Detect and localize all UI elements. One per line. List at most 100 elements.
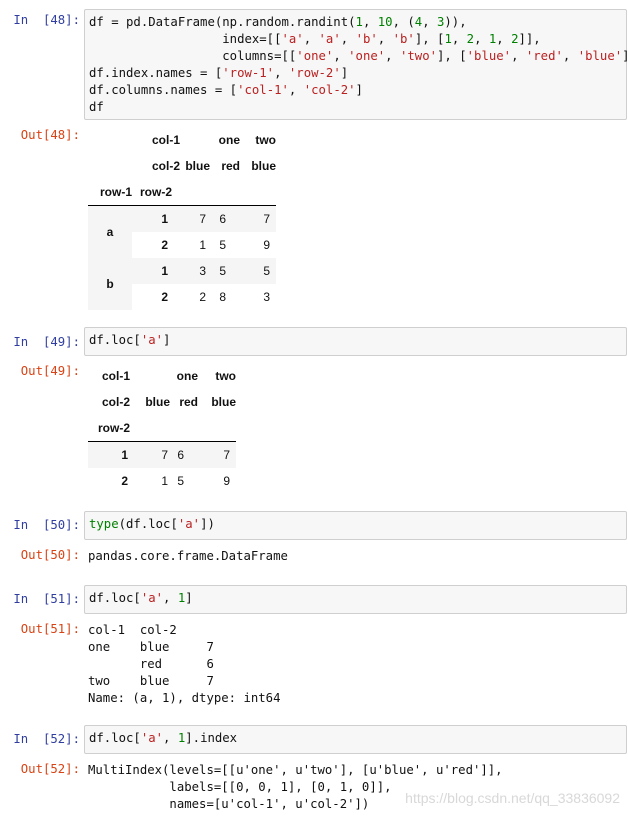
table-cell: 1 [199,238,206,252]
code-token: df.loc[ [89,591,141,605]
code-token: 'row-2' [288,66,341,80]
code-token: , ( [392,15,415,29]
code-token: ] [163,333,171,347]
code-token: ]) [200,517,215,531]
table-cell: 8 [219,290,226,304]
table-cell: 5 [177,474,184,488]
code-token: , [163,591,178,605]
code-cell-50[interactable]: type(df.loc['a']) [84,511,627,540]
code-token: ] [185,591,193,605]
code-token: )), [444,15,467,29]
column-header: blue [251,159,276,173]
table-cell: 7 [263,212,270,226]
code-token: 10 [377,15,393,29]
code-token: 2 [511,32,519,46]
index-level-name: row-2 [97,421,130,435]
code-token: 'a' [318,32,341,46]
in-prompt-49: In [49]: [13,335,80,349]
table-cell: 7 [199,212,206,226]
column-header: red [221,159,240,173]
table-cell: 6 [177,448,184,462]
code-token: 'one' [296,49,334,63]
code-token: ]], [518,32,541,46]
out-prompt-49: Out[49]: [20,364,80,378]
column-header: one [218,133,240,147]
row-index-l2: 2 [161,238,168,252]
output-text-50: pandas.core.frame.DataFrame [88,549,288,563]
code-token: ], [ [414,32,445,46]
out-prompt-51: Out[51]: [20,622,80,636]
in-prompt-50: In [50]: [13,518,80,532]
code-line: df [89,99,622,116]
code-token: 'b' [355,32,378,46]
table-cell: 7 [161,448,168,462]
code-token: ] [340,66,349,80]
code-cell-48[interactable]: df = pd.DataFrame(np.random.randint(1, 1… [84,9,628,120]
code-token: 'two' [399,49,438,63]
code-token: 'col-1' [237,83,289,97]
table-cell: 9 [223,474,230,488]
code-token: index=[[ [89,32,282,46]
code-token: , [496,32,512,46]
code-line: index=[['a', 'a', 'b', 'b'], [1, 2, 1, 2… [89,31,622,48]
out-prompt-50: Out[50]: [20,548,80,562]
code-token: , [288,83,304,97]
code-line: df.loc['a', 1].index [89,730,622,747]
code-token: 'b' [392,32,415,46]
column-header: one [176,369,198,383]
code-token: 'red' [525,49,563,63]
column-header: blue [185,159,210,173]
column-header: red [179,395,198,409]
in-prompt-48: In [48]: [13,13,80,27]
table-row: 2 1 5 9 [88,468,236,494]
table-row: b 1 3 5 5 [88,258,276,310]
code-token: , [362,15,378,29]
table-row: 1 7 6 7 [88,441,236,468]
table-cell: 9 [263,238,270,252]
code-token: , [422,15,437,29]
code-line: type(df.loc['a']) [89,516,622,533]
code-token: 'a' [140,333,164,347]
column-level-name: col-1 [151,133,180,147]
code-line: df.loc['a', 1] [89,590,622,607]
code-token: 'a' [281,32,304,46]
table-cell: 6 [219,212,226,226]
index-level-name: row-2 [140,185,173,199]
code-cell-52[interactable]: df.loc['a', 1].index [84,725,627,754]
column-level-name: col-2 [151,159,180,173]
code-token: , [340,32,356,46]
code-cell-49[interactable]: df.loc['a'] [84,327,627,356]
code-token: df = pd.DataFrame(np.random.randint( [89,15,356,29]
row-index: 2 [121,474,128,488]
table-cell: 3 [199,264,206,278]
code-line: df.loc['a'] [89,332,622,349]
code-token: , [377,32,393,46]
column-header: blue [145,395,170,409]
row-index-l2: 1 [161,212,168,226]
code-token: , [474,32,489,46]
out-prompt-48: Out[48]: [20,128,80,142]
code-token: ] [355,83,363,97]
code-token: 'row-1' [222,66,275,80]
code-line: columns=[['one', 'one', 'two'], ['blue',… [89,48,628,65]
code-token: ]]) [622,49,628,63]
column-header: blue [211,395,236,409]
row-index-l1: a [88,205,132,258]
row-index: 1 [121,448,128,462]
code-token: 'a' [140,731,164,745]
code-token: , [333,49,349,63]
out-prompt-52: Out[52]: [20,762,80,776]
code-token: ].index [185,731,238,745]
code-line: df = pd.DataFrame(np.random.randint(1, 1… [89,14,622,31]
code-token: (df.loc[ [118,517,178,531]
code-token: df.loc[ [89,731,141,745]
code-token: 1 [355,15,363,29]
table-cell: 5 [263,264,270,278]
code-cell-51[interactable]: df.loc['a', 1] [84,585,627,614]
code-token: , [451,32,467,46]
code-token: 2 [466,32,475,46]
code-line: df.columns.names = ['col-1', 'col-2'] [89,82,622,99]
row-index-l2: 2 [161,290,168,304]
code-token: df.columns.names = [ [89,83,238,97]
watermark-text: https://blog.csdn.net/qq_33836092 [405,790,620,806]
